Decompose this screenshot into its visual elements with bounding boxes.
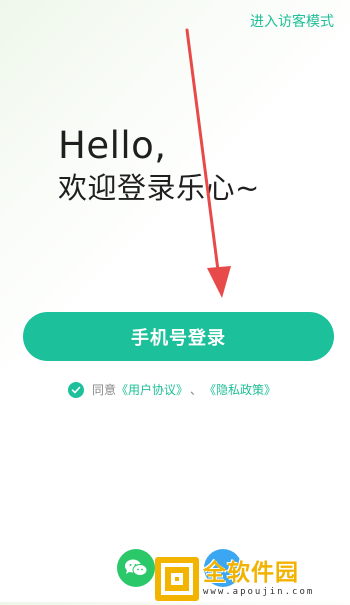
check-icon [71,386,81,393]
guest-mode-link[interactable]: 进入访客模式 [250,11,334,31]
watermark-logo [155,556,199,601]
watermark-domain: www.apoujin.com [203,587,315,597]
watermark: 全软件园 www.apoujin.com [155,555,350,602]
watermark-title: 全软件园 [203,560,299,586]
agreement-row: 同意 《用户协议》 、 《隐私政策》 [68,381,276,398]
phone-login-button[interactable]: 手机号登录 [23,312,334,361]
annotation-arrow [185,28,231,298]
agreement-checkbox[interactable] [68,381,84,398]
wechat-icon [125,559,148,576]
welcome-greeting: Hello, 欢迎登录乐心~ [58,124,260,208]
wechat-login-button[interactable] [117,549,155,587]
privacy-policy-link[interactable]: 《隐私政策》 [204,381,276,398]
watermark-logo-icon [161,562,193,595]
user-agreement-link[interactable]: 《用户协议》 [116,381,188,398]
agreement-separator: 、 [190,383,203,397]
agreement-prefix: 同意 [92,383,117,397]
greeting-hello: Hello, [58,124,167,167]
greeting-welcome: 欢迎登录乐心~ [58,171,260,205]
